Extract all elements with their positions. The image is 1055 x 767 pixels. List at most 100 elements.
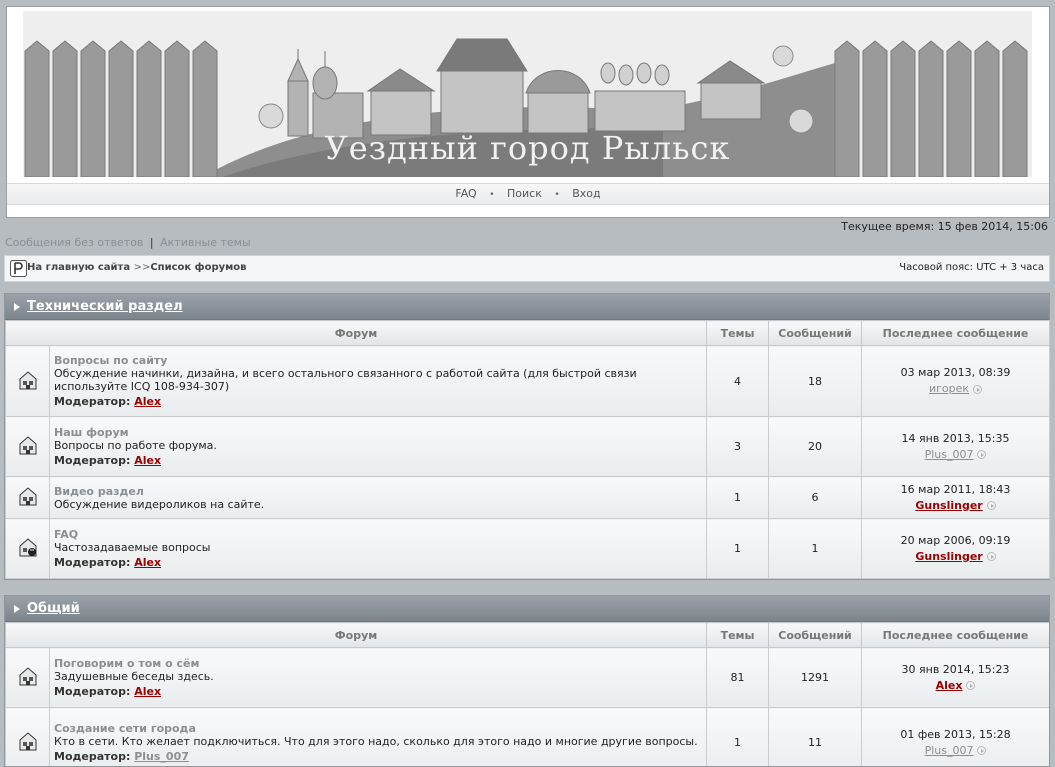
last-post-author[interactable]: Alex [936, 679, 963, 692]
table-row: FAQ Частозадаваемые вопросы Модератор: A… [6, 519, 1050, 579]
forum-folder-icon [18, 485, 38, 507]
section-header: Технический раздел [5, 294, 1049, 320]
moderator-line: Модератор: Alex [54, 395, 702, 408]
section-title-link[interactable]: Технический раздел [27, 299, 183, 314]
breadcrumb-links: На главную сайта >>Список форумов [27, 262, 247, 273]
forum-table: Форум Темы Сообщений Последнее сообщение… [5, 320, 1050, 579]
current-time: Текущее время: 15 фев 2014, 15:06 [841, 220, 1048, 233]
posts-count: 1291 [769, 648, 862, 708]
forum-title-link[interactable]: Вопросы по сайту [54, 354, 702, 367]
moderator-label: Модератор: [54, 685, 130, 698]
posts-count: 1 [769, 519, 862, 579]
forum-description: Вопросы по работе форума. [54, 439, 702, 452]
moderator-link[interactable]: Alex [134, 454, 161, 467]
last-post-date: 03 мар 2013, 08:39 [863, 365, 1048, 381]
moderator-label: Модератор: [54, 556, 130, 569]
last-post-date: 14 янв 2013, 15:35 [863, 431, 1048, 447]
forum-folder-icon [18, 730, 38, 752]
posts-count: 6 [769, 477, 862, 519]
section-header: Общий [5, 596, 1049, 622]
breadcrumb: На главную сайта >>Список форумов Часово… [4, 255, 1050, 282]
goto-last-post-icon[interactable] [966, 681, 975, 690]
col-header-last-post: Последнее сообщение [862, 321, 1050, 346]
moderator-line: Модератор: Alex [54, 685, 702, 698]
banner-image[interactable]: Уездный город Рыльск [23, 11, 1032, 177]
col-header-last-post: Последнее сообщение [862, 623, 1050, 648]
search-link[interactable]: Поиск [507, 187, 542, 200]
forum-index-link[interactable]: Список форумов [150, 262, 246, 273]
moderator-link[interactable]: Alex [134, 685, 161, 698]
moderator-line: Модератор: Alex [54, 454, 702, 467]
last-post-date: 20 мар 2006, 09:19 [863, 533, 1048, 549]
col-header-posts: Сообщений [769, 321, 862, 346]
nav-separator: • [489, 190, 494, 200]
goto-last-post-icon[interactable] [977, 746, 986, 755]
topics-count: 81 [707, 648, 769, 708]
last-post-date: 16 мар 2011, 18:43 [863, 482, 1048, 498]
home-site-link[interactable]: На главную сайта [27, 262, 130, 273]
faq-link[interactable]: FAQ [455, 187, 476, 200]
forum-locked-folder-icon [18, 536, 38, 558]
section-title-link[interactable]: Общий [27, 601, 80, 616]
forum-description: Обсуждение начинки, дизайна, и всего ост… [54, 367, 702, 393]
forum-title-link[interactable]: Наш форум [54, 426, 702, 439]
forum-table: Форум Темы Сообщений Последнее сообщение… [5, 622, 1050, 767]
moderator-label: Модератор: [54, 395, 130, 408]
forum-logo-icon [10, 260, 27, 277]
forum-description: Частозадаваемые вопросы [54, 541, 702, 554]
topics-count: 1 [707, 477, 769, 519]
forum-description: Кто в сети. Кто желает подключиться. Что… [54, 735, 702, 748]
posts-count: 20 [769, 417, 862, 477]
table-row: Видео раздел Обсуждение видероликов на с… [6, 477, 1050, 519]
col-header-forum: Форум [6, 321, 707, 346]
last-post-date: 30 янв 2014, 15:23 [863, 662, 1048, 678]
triangle-right-icon [14, 303, 20, 311]
login-link[interactable]: Вход [572, 187, 600, 200]
forum-title-link[interactable]: Создание сети города [54, 722, 702, 735]
col-header-topics: Темы [707, 623, 769, 648]
goto-last-post-icon[interactable] [973, 385, 982, 394]
topics-count: 1 [707, 708, 769, 767]
forum-folder-icon [18, 434, 38, 456]
last-post-author[interactable]: Plus_007 [925, 448, 974, 461]
unanswered-posts-link[interactable]: Сообщения без ответов [5, 236, 143, 249]
forum-description: Задушевные беседы здесь. [54, 670, 702, 683]
last-post-author[interactable]: Plus_007 [925, 744, 974, 757]
table-row: Наш форум Вопросы по работе форума. Моде… [6, 417, 1050, 477]
site-title: Уездный город Рыльск [23, 129, 1032, 167]
moderator-line: Модератор: Plus_007 [54, 750, 702, 763]
posts-count: 18 [769, 346, 862, 417]
forum-section: Общий Форум Темы Сообщений Последнее соо… [4, 595, 1050, 767]
forum-title-link[interactable]: Поговорим о том о сём [54, 657, 702, 670]
last-post-date: 01 фев 2013, 15:28 [863, 727, 1048, 743]
goto-last-post-icon[interactable] [977, 450, 986, 459]
nav-separator: • [554, 190, 559, 200]
last-post-author[interactable]: игорек [929, 382, 969, 395]
active-topics-link[interactable]: Активные темы [160, 236, 251, 249]
triangle-right-icon [14, 605, 20, 613]
moderator-link[interactable]: Alex [134, 395, 161, 408]
moderator-link[interactable]: Plus_007 [134, 750, 189, 763]
forum-title-link[interactable]: Видео раздел [54, 485, 702, 498]
moderator-link[interactable]: Alex [134, 556, 161, 569]
moderator-label: Модератор: [54, 750, 130, 763]
goto-last-post-icon[interactable] [987, 501, 996, 510]
site-header: Уездный город Рыльск FAQ • Поиск • Вход [6, 6, 1050, 218]
forum-section: Технический раздел Форум Темы Сообщений … [4, 293, 1050, 580]
col-header-forum: Форум [6, 623, 707, 648]
moderator-line: Модератор: Alex [54, 556, 702, 569]
quick-links: Сообщения без ответов | Активные темы [5, 236, 251, 249]
breadcrumb-arrow: >> [134, 262, 151, 273]
topics-count: 3 [707, 417, 769, 477]
goto-last-post-icon[interactable] [987, 552, 996, 561]
link-separator: | [150, 236, 154, 249]
col-header-posts: Сообщений [769, 623, 862, 648]
last-post-author[interactable]: Gunslinger [915, 550, 982, 563]
col-header-topics: Темы [707, 321, 769, 346]
timezone: Часовой пояс: UTC + 3 часа [899, 262, 1044, 273]
topics-count: 4 [707, 346, 769, 417]
moderator-label: Модератор: [54, 454, 130, 467]
last-post-author[interactable]: Gunslinger [915, 499, 982, 512]
table-row: Поговорим о том о сём Задушевные беседы … [6, 648, 1050, 708]
forum-title-link[interactable]: FAQ [54, 528, 702, 541]
